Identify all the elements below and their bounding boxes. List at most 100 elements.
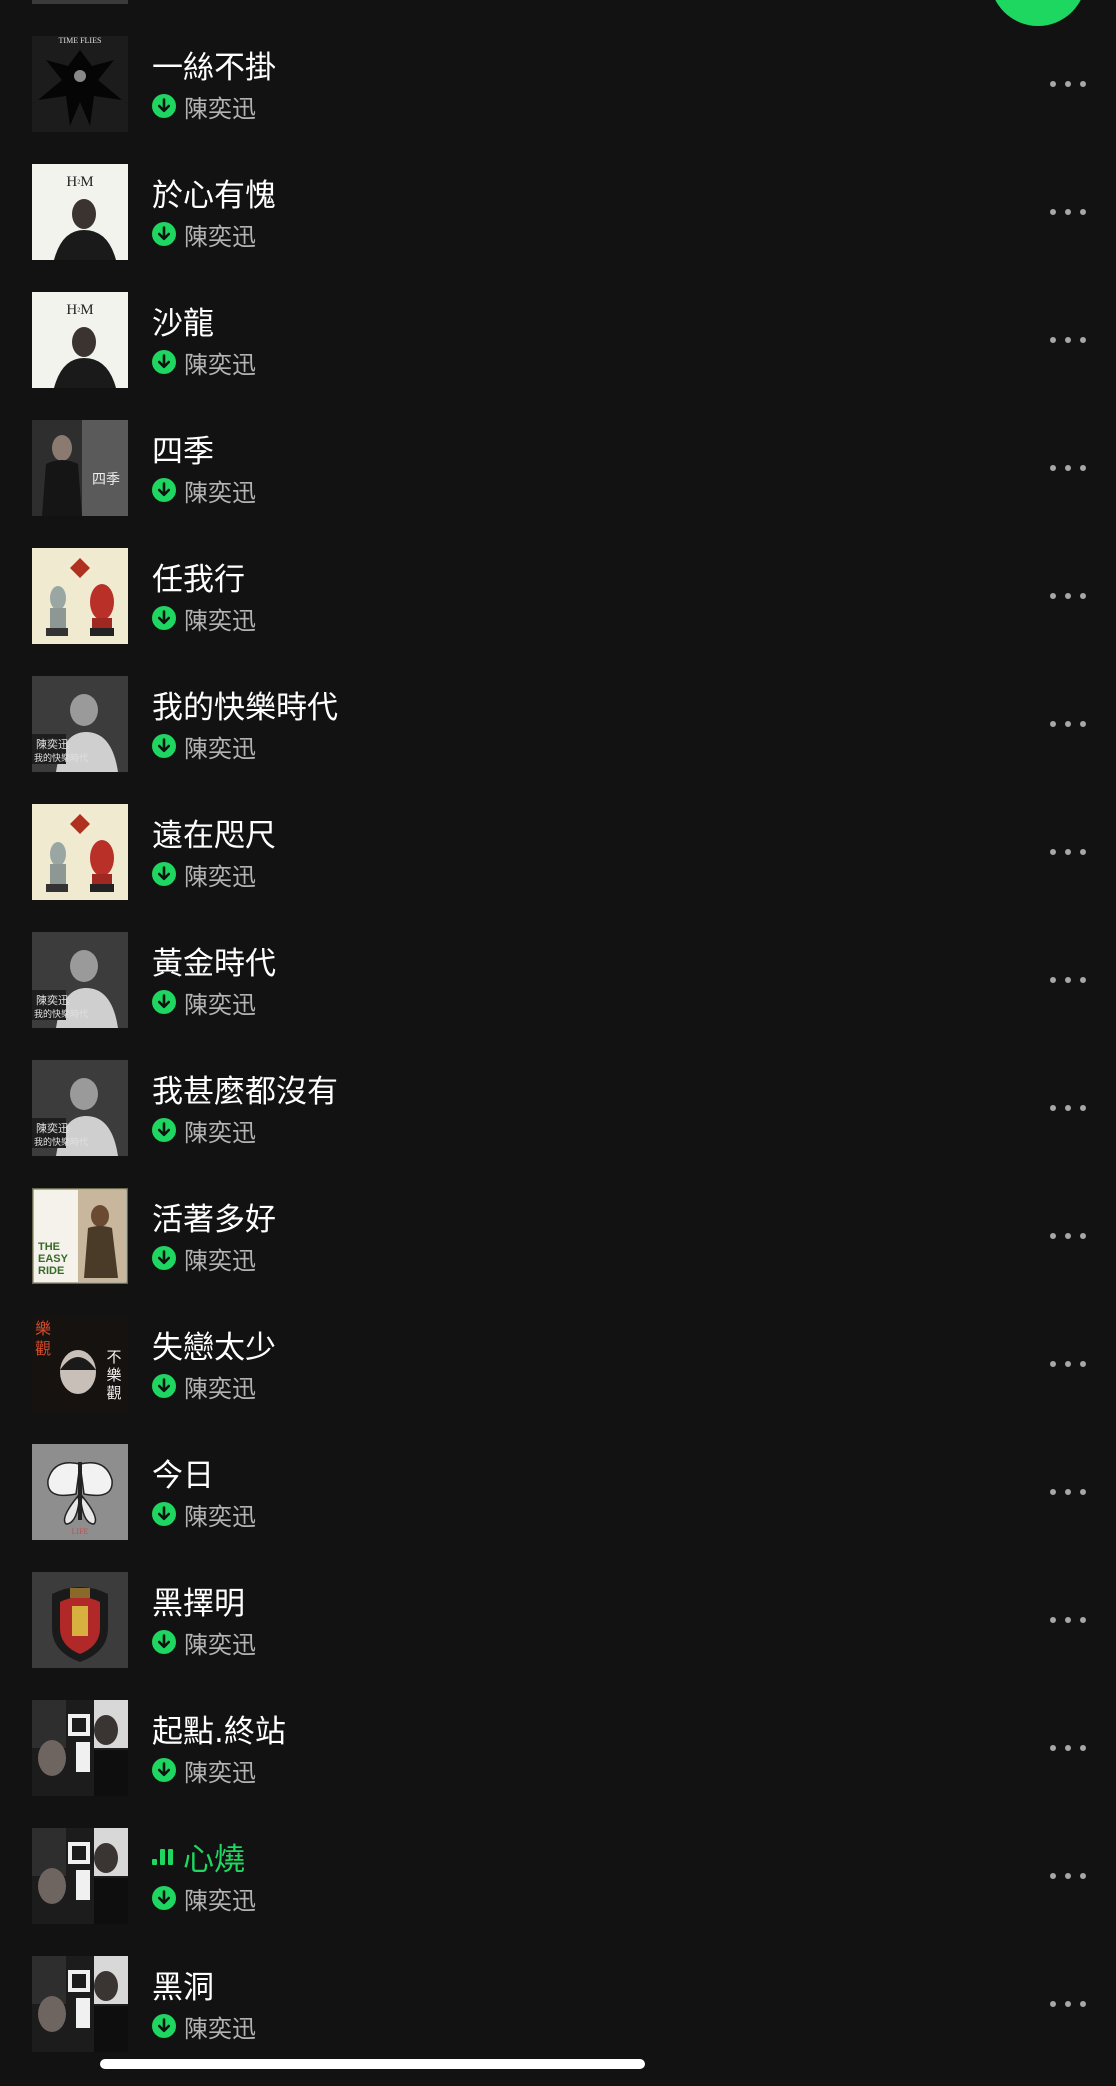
download-arrow-circle-icon <box>152 734 176 758</box>
track-artist: 陳奕迅 <box>184 1758 256 1787</box>
more-horizontal-icon-dot <box>1065 1361 1071 1367</box>
track-artist-line: 陳奕迅 <box>152 218 256 251</box>
more-horizontal-icon-dot <box>1080 81 1086 87</box>
download-arrow-circle-icon <box>152 1374 176 1398</box>
the-easy-ride-album-art: THE EASY RIDE <box>32 1188 128 1284</box>
track-artist-line: 陳奕迅 <box>152 602 256 635</box>
svg-text:樂: 樂 <box>106 1367 121 1384</box>
svg-text:不: 不 <box>106 1350 121 1366</box>
track-artist-line: 陳奕迅 <box>152 1882 256 1915</box>
more-horizontal-icon-dot <box>1065 2001 1071 2007</box>
more-horizontal-icon-dot <box>1080 1361 1086 1367</box>
more-options-button[interactable] <box>1050 1608 1086 1632</box>
more-horizontal-icon-dot <box>1065 593 1071 599</box>
track-title-line: 沙龍 <box>152 300 214 342</box>
more-horizontal-icon-dot <box>1065 1617 1071 1623</box>
home-indicator <box>100 2059 645 2069</box>
more-options-button[interactable] <box>1050 328 1086 352</box>
track-row[interactable]: TIME FLIES 一絲不掛 陳奕迅 <box>0 20 1116 148</box>
track-artist: 陳奕迅 <box>184 222 256 251</box>
more-horizontal-icon-dot <box>1065 209 1071 215</box>
track-row[interactable]: 起點.終站 陳奕迅 <box>0 1684 1116 1812</box>
track-title-line: 我甚麼都沒有 <box>152 1068 338 1110</box>
more-horizontal-icon-dot <box>1080 1617 1086 1623</box>
more-horizontal-icon-dot <box>1050 465 1056 471</box>
more-horizontal-icon-dot <box>1050 977 1056 983</box>
track-title: 失戀太少 <box>152 1329 276 1366</box>
svg-text:陳奕迅: 陳奕迅 <box>36 1121 69 1135</box>
more-horizontal-icon-dot <box>1080 721 1086 727</box>
track-title-line: 遠在咫尺 <box>152 812 276 854</box>
more-options-button[interactable] <box>1050 72 1086 96</box>
more-horizontal-icon-dot <box>1050 1233 1056 1239</box>
more-horizontal-icon-dot <box>1065 1105 1071 1111</box>
hm-album-art: H²M <box>32 164 128 260</box>
download-arrow-circle-icon <box>152 1630 176 1654</box>
track-title: 活著多好 <box>152 1201 276 1238</box>
more-horizontal-icon-dot <box>1065 721 1071 727</box>
more-options-button[interactable] <box>1050 584 1086 608</box>
track-artist-line: 陳奕迅 <box>152 858 256 891</box>
track-artist-line: 陳奕迅 <box>152 1626 256 1659</box>
more-options-button[interactable] <box>1050 456 1086 480</box>
track-artist: 陳奕迅 <box>184 478 256 507</box>
more-options-button[interactable] <box>1050 968 1086 992</box>
time-flies-album-art: TIME FLIES <box>32 36 128 132</box>
track-row[interactable]: 遠在咫尺 陳奕迅 <box>0 788 1116 916</box>
more-options-button[interactable] <box>1050 1096 1086 1120</box>
more-horizontal-icon-dot <box>1050 81 1056 87</box>
more-options-button[interactable] <box>1050 1736 1086 1760</box>
happy-times-album-art: 陳奕迅 我的快樂時代 <box>32 1060 128 1156</box>
more-options-button[interactable] <box>1050 1224 1086 1248</box>
track-artist: 陳奕迅 <box>184 734 256 763</box>
track-title: 黃金時代 <box>152 945 276 982</box>
svg-text:H²M: H²M <box>66 174 93 190</box>
more-options-button[interactable] <box>1050 1864 1086 1888</box>
svg-text:樂: 樂 <box>35 1320 51 1338</box>
life-album-art: LIFE <box>32 1444 128 1540</box>
more-options-button[interactable] <box>1050 840 1086 864</box>
track-row[interactable]: 任我行 陳奕迅 <box>0 532 1116 660</box>
track-row[interactable]: 黑擇明 陳奕迅 <box>0 1556 1116 1684</box>
more-options-button[interactable] <box>1050 1992 1086 2016</box>
more-horizontal-icon-dot <box>1080 337 1086 343</box>
more-horizontal-icon-dot <box>1065 337 1071 343</box>
track-row[interactable]: 陳奕迅 我的快樂時代 我甚麼都沒有 陳奕迅 <box>0 1044 1116 1172</box>
more-horizontal-icon-dot <box>1080 2001 1086 2007</box>
svg-text:我的快樂時代: 我的快樂時代 <box>34 752 88 763</box>
track-row[interactable]: 四季 四季 陳奕迅 <box>0 404 1116 532</box>
svg-text:LIFE: LIFE <box>72 1527 89 1536</box>
happy-times-album-art: 陳奕迅 我的快樂時代 <box>32 932 128 1028</box>
track-row[interactable]: 樂 觀 不 樂 觀 失戀太少 陳奕迅 <box>0 1300 1116 1428</box>
track-row[interactable]: 陳奕迅 我的快樂時代 黃金時代 陳奕迅 <box>0 916 1116 1044</box>
track-title: 我的快樂時代 <box>152 689 338 726</box>
track-artist-line: 陳奕迅 <box>152 90 256 123</box>
track-row[interactable]: H²M 於心有愧 陳奕迅 <box>0 148 1116 276</box>
more-options-button[interactable] <box>1050 1352 1086 1376</box>
track-title: 於心有愧 <box>152 177 276 214</box>
more-options-button[interactable] <box>1050 1480 1086 1504</box>
track-row[interactable]: 黑洞 陳奕迅 <box>0 1940 1116 2068</box>
track-row[interactable]: LIFE 今日 陳奕迅 <box>0 1428 1116 1556</box>
track-title: 任我行 <box>152 561 245 598</box>
track-artist-line: 陳奕迅 <box>152 346 256 379</box>
more-horizontal-icon-dot <box>1065 1873 1071 1879</box>
track-title: 四季 <box>152 433 214 470</box>
more-horizontal-icon-dot <box>1080 593 1086 599</box>
svg-text:陳奕迅: 陳奕迅 <box>36 993 69 1007</box>
track-row[interactable]: 陳奕迅 我的快樂時代 我的快樂時代 陳奕迅 <box>0 660 1116 788</box>
hm-album-art: H²M <box>32 292 128 388</box>
track-row[interactable]: H²M 沙龍 陳奕迅 <box>0 276 1116 404</box>
track-title-line: 失戀太少 <box>152 1324 276 1366</box>
more-options-button[interactable] <box>1050 712 1086 736</box>
track-artist-line: 陳奕迅 <box>152 1498 256 1531</box>
more-horizontal-icon-dot <box>1050 1489 1056 1495</box>
more-horizontal-icon-dot <box>1065 1489 1071 1495</box>
u87-album-art <box>32 1828 128 1924</box>
track-row[interactable]: 心燒 陳奕迅 <box>0 1812 1116 1940</box>
more-options-button[interactable] <box>1050 200 1086 224</box>
track-title: 我甚麼都沒有 <box>152 1073 338 1110</box>
more-horizontal-icon-dot <box>1080 849 1086 855</box>
crest-album-art <box>32 1572 128 1668</box>
track-row[interactable]: THE EASY RIDE 活著多好 陳奕迅 <box>0 1172 1116 1300</box>
